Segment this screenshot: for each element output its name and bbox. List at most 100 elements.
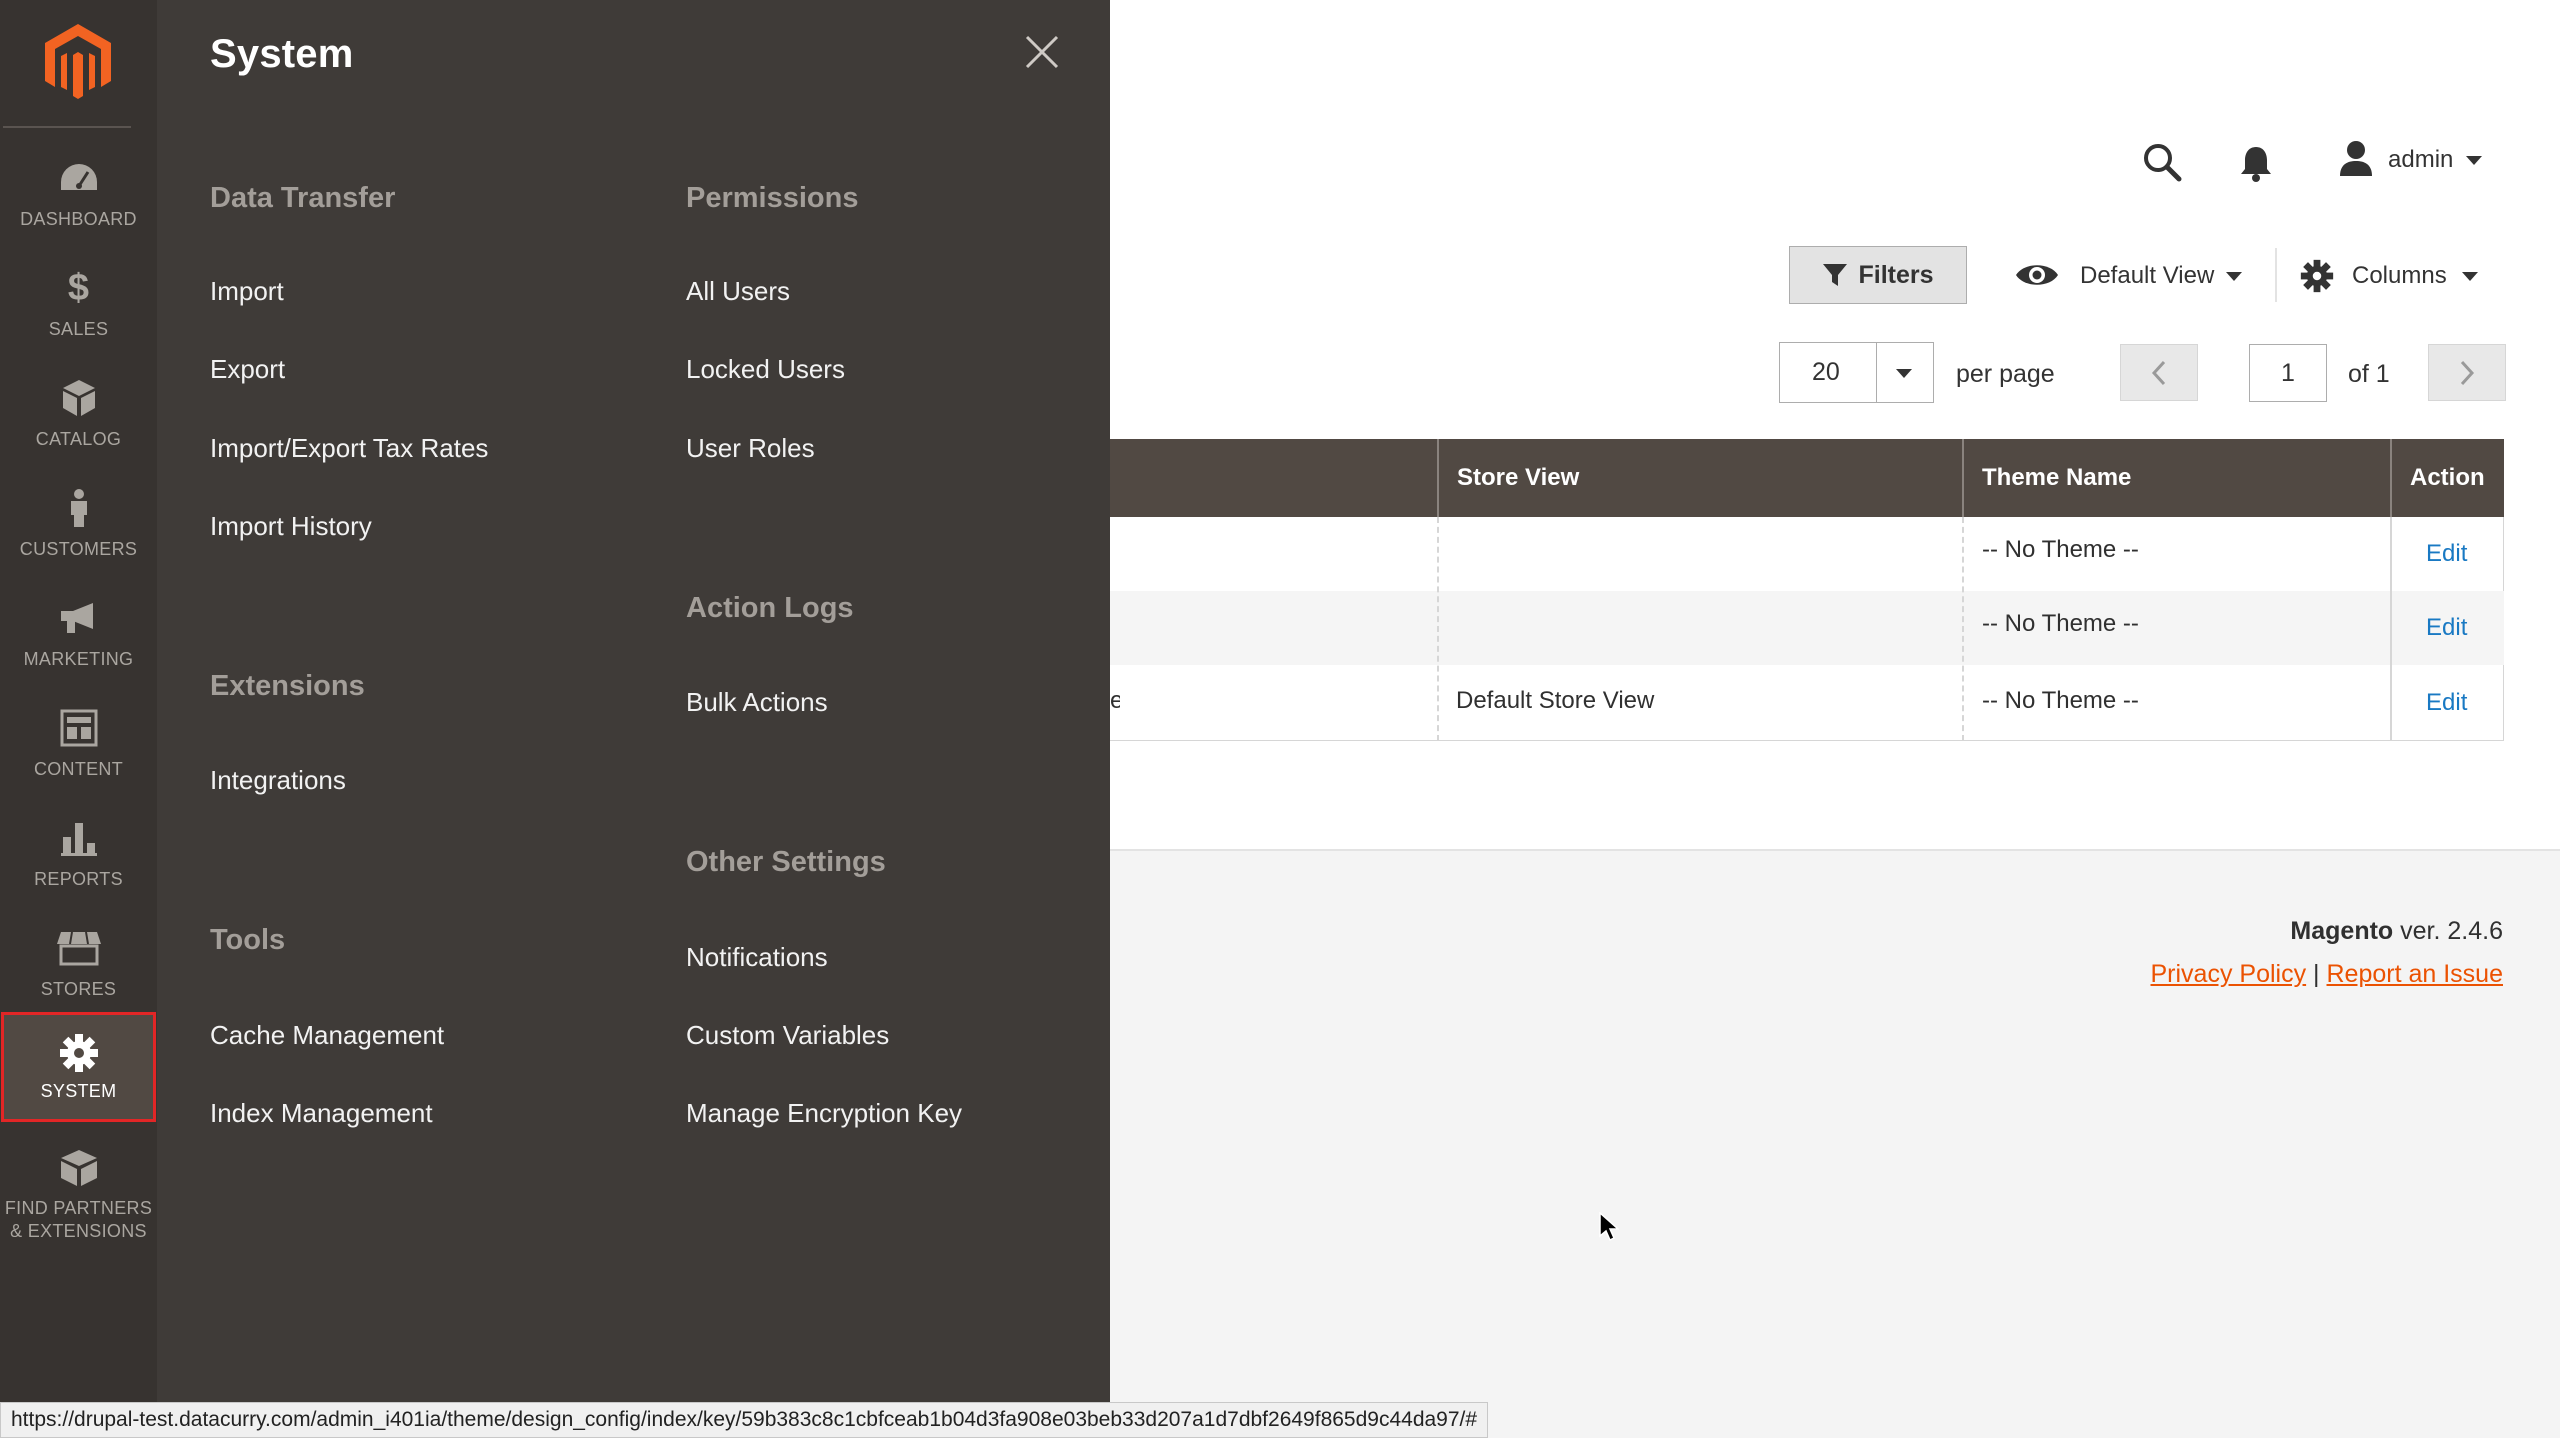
truncated-cell-text: e bbox=[1110, 687, 1120, 714]
edit-link[interactable]: Edit bbox=[2426, 689, 2467, 717]
menu-link-user-roles[interactable]: User Roles bbox=[686, 433, 815, 464]
nav-label-line2: & EXTENSIONS bbox=[10, 1221, 147, 1241]
next-page-button[interactable] bbox=[2428, 344, 2506, 401]
system-flyout-panel: System Data Transfer Import Export Impor… bbox=[157, 0, 1110, 1438]
table-row: -- No Theme -- Edit bbox=[1110, 517, 2504, 591]
close-icon[interactable] bbox=[1024, 34, 1060, 70]
menu-link-import-export-tax-rates[interactable]: Import/Export Tax Rates bbox=[210, 433, 488, 464]
nav-label: SALES bbox=[48, 319, 109, 339]
status-bar-url: https://drupal-test.datacurry.com/admin_… bbox=[0, 1402, 1489, 1438]
nav-item-marketing[interactable]: MARKETING bbox=[0, 580, 157, 690]
gear-icon[interactable] bbox=[2300, 259, 2334, 293]
nav-item-catalog[interactable]: CATALOG bbox=[0, 360, 157, 470]
nav-item-find-partners[interactable]: FIND PARTNERS & EXTENSIONS bbox=[0, 1130, 157, 1260]
theme-name-cell: -- No Theme -- bbox=[1982, 536, 2139, 563]
user-icon[interactable] bbox=[2338, 140, 2374, 178]
section-heading-extensions: Extensions bbox=[210, 670, 365, 702]
toolbar-divider bbox=[2275, 248, 2277, 302]
admin-user-menu[interactable]: admin bbox=[2388, 146, 2453, 174]
menu-link-manage-encryption-key[interactable]: Manage Encryption Key bbox=[686, 1098, 962, 1129]
nav-item-sales[interactable]: $ SALES bbox=[0, 250, 157, 360]
section-heading-data-transfer: Data Transfer bbox=[210, 182, 396, 214]
column-header-store-view[interactable]: Store View bbox=[1439, 439, 1579, 517]
bell-icon[interactable] bbox=[2238, 144, 2274, 182]
table-row: -- No Theme -- Edit bbox=[1110, 591, 2504, 665]
menu-link-locked-users[interactable]: Locked Users bbox=[686, 354, 845, 385]
footer-separator: | bbox=[2313, 960, 2320, 988]
box-icon bbox=[0, 378, 157, 418]
page-count-label: of 1 bbox=[2348, 360, 2390, 388]
megaphone-icon bbox=[0, 598, 157, 638]
section-heading-permissions: Permissions bbox=[686, 182, 859, 214]
nav-item-customers[interactable]: CUSTOMERS bbox=[0, 470, 157, 580]
menu-link-custom-variables[interactable]: Custom Variables bbox=[686, 1020, 889, 1051]
search-icon[interactable] bbox=[2142, 142, 2182, 182]
chevron-down-icon[interactable] bbox=[2466, 156, 2482, 165]
menu-link-bulk-actions[interactable]: Bulk Actions bbox=[686, 687, 828, 718]
menu-link-import-history[interactable]: Import History bbox=[210, 511, 372, 542]
edit-link[interactable]: Edit bbox=[2426, 540, 2467, 568]
eye-icon[interactable] bbox=[2014, 259, 2060, 291]
chevron-down-icon[interactable] bbox=[1896, 369, 1912, 378]
privacy-policy-link[interactable]: Privacy Policy bbox=[2151, 960, 2307, 988]
theme-name-cell: -- No Theme -- bbox=[1982, 610, 2139, 637]
nav-label: REPORTS bbox=[34, 869, 123, 889]
columns-dropdown[interactable]: Columns bbox=[2352, 262, 2447, 290]
cubes-icon bbox=[0, 1148, 157, 1188]
page-number-input[interactable]: 1 bbox=[2249, 344, 2327, 402]
main-navigation: DASHBOARD $ SALES CATALOG CUSTOMERS MARK… bbox=[0, 0, 157, 1438]
nav-divider bbox=[3, 126, 131, 128]
menu-link-cache-management[interactable]: Cache Management bbox=[210, 1020, 444, 1051]
nav-item-content[interactable]: CONTENT bbox=[0, 690, 157, 800]
edit-link[interactable]: Edit bbox=[2426, 614, 2467, 642]
nav-label: CATALOG bbox=[35, 429, 122, 449]
per-page-label: per page bbox=[1956, 360, 2055, 388]
content-divider bbox=[1110, 849, 2560, 851]
chevron-left-icon bbox=[2151, 360, 2166, 385]
column-divider bbox=[1962, 517, 1964, 741]
nav-item-system[interactable]: SYSTEM bbox=[1, 1012, 156, 1122]
nav-label: SYSTEM bbox=[40, 1081, 117, 1101]
filter-icon bbox=[1823, 264, 1848, 286]
person-icon bbox=[0, 488, 157, 528]
nav-item-dashboard[interactable]: DASHBOARD bbox=[0, 140, 157, 250]
nav-label: DASHBOARD bbox=[20, 209, 137, 229]
column-header-theme-name[interactable]: Theme Name bbox=[1964, 439, 2131, 517]
nav-item-reports[interactable]: REPORTS bbox=[0, 800, 157, 910]
brand-name: Magento bbox=[2290, 917, 2394, 945]
nav-label: CUSTOMERS bbox=[19, 539, 138, 559]
chevron-right-icon bbox=[2460, 360, 2475, 385]
bar-chart-icon bbox=[0, 818, 157, 858]
default-view-dropdown[interactable]: Default View bbox=[2080, 262, 2214, 290]
column-divider bbox=[1437, 517, 1439, 741]
column-header-action: Action bbox=[2410, 464, 2485, 491]
table-row: e Default Store View -- No Theme -- Edit bbox=[1110, 665, 2504, 739]
menu-link-index-management[interactable]: Index Management bbox=[210, 1098, 433, 1129]
section-heading-action-logs: Action Logs bbox=[686, 592, 854, 624]
version-text: ver. 2.4.6 bbox=[2393, 917, 2503, 945]
nav-label: MARKETING bbox=[23, 649, 134, 669]
chevron-down-icon[interactable] bbox=[2226, 272, 2242, 281]
magento-logo[interactable] bbox=[43, 22, 113, 102]
grid-header: Store View Theme Name Action bbox=[1110, 439, 2504, 517]
menu-link-notifications[interactable]: Notifications bbox=[686, 942, 828, 973]
previous-page-button[interactable] bbox=[2120, 344, 2198, 401]
panel-title: System bbox=[210, 32, 354, 76]
gear-icon bbox=[4, 1033, 153, 1073]
menu-link-export[interactable]: Export bbox=[210, 354, 285, 385]
section-heading-other-settings: Other Settings bbox=[686, 846, 886, 878]
nav-item-stores[interactable]: STORES bbox=[0, 910, 157, 1020]
menu-link-integrations[interactable]: Integrations bbox=[210, 765, 346, 796]
menu-link-all-users[interactable]: All Users bbox=[686, 276, 790, 307]
report-issue-link[interactable]: Report an Issue bbox=[2327, 960, 2504, 988]
chevron-down-icon[interactable] bbox=[2462, 272, 2478, 281]
mouse-cursor-icon bbox=[1599, 1212, 1619, 1242]
layout-icon bbox=[0, 708, 157, 748]
nav-label-line1: FIND PARTNERS bbox=[4, 1198, 153, 1218]
menu-link-import[interactable]: Import bbox=[210, 276, 284, 307]
magento-version: Magento ver. 2.4.6 bbox=[2290, 917, 2503, 946]
theme-name-cell: -- No Theme -- bbox=[1982, 687, 2139, 714]
filters-button[interactable]: Filters bbox=[1789, 246, 1967, 304]
nav-label: CONTENT bbox=[33, 759, 124, 779]
dollar-icon: $ bbox=[67, 266, 90, 309]
